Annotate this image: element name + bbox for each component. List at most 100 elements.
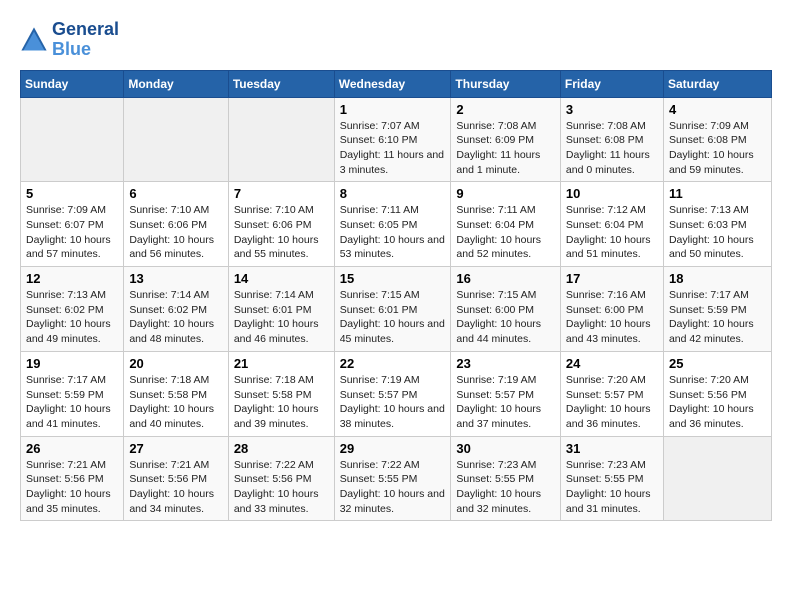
sunrise-text: Sunrise: 7:14 AM: [234, 289, 314, 301]
calendar-cell: 14 Sunrise: 7:14 AM Sunset: 6:01 PM Dayligh…: [228, 267, 334, 352]
daylight-text: Daylight: 10 hours and 36 minutes.: [669, 403, 754, 430]
sunrise-text: Sunrise: 7:10 AM: [129, 204, 209, 216]
daylight-text: Daylight: 11 hours and 1 minute.: [456, 149, 540, 176]
day-number: 24: [566, 356, 658, 371]
daylight-text: Daylight: 10 hours and 39 minutes.: [234, 403, 319, 430]
calendar-cell: 22 Sunrise: 7:19 AMSunset: 5:57 PMDayligh…: [334, 351, 451, 436]
sunrise-text: Sunrise: 7:11 AM: [456, 204, 535, 216]
calendar-cell: 11Sunrise: 7:13 AMSunset: 6:03 PMDayligh…: [663, 182, 771, 267]
sunrise-text: Sunrise: 7:14 AM: [129, 289, 209, 301]
sunset-text: Sunset: 6:00 PM: [456, 304, 534, 316]
day-number: 1: [340, 102, 446, 117]
sunrise-text: Sunrise: 7:12 AM: [566, 204, 646, 216]
sunset-text: Sunset: 5:55 PM: [340, 473, 418, 485]
calendar-cell: 2 Sunrise: 7:08 AM Sunset: 6:09 PM Daylight…: [451, 97, 561, 182]
sunset-text: Sunset: 6:08 PM: [566, 134, 644, 146]
sunrise-text: Sunrise: 7:22 AM: [234, 459, 314, 471]
day-number: 3: [566, 102, 658, 117]
day-number: 17: [566, 271, 658, 286]
day-number: 13: [129, 271, 222, 286]
sunrise-text: Sunrise: 7:16 AM: [566, 289, 646, 301]
calendar-cell: 4Sunrise: 7:09 AMSunset: 6:08 PMDaylight…: [663, 97, 771, 182]
sunrise-text: Sunrise: 7:17 AM: [26, 374, 106, 386]
day-number: 31: [566, 441, 658, 456]
sunrise-text: Sunrise: 7:18 AM: [129, 374, 209, 386]
day-number: 30: [456, 441, 555, 456]
calendar-cell: 23Sunrise: 7:19 AMSunset: 5:57 PMDayligh…: [451, 351, 561, 436]
daylight-text: Daylight: 10 hours and 43 minutes.: [566, 318, 651, 345]
daylight-text: Daylight: 10 hours and 57 minutes.: [26, 234, 111, 261]
day-info: Sunrise: 7:09 AMSunset: 6:07 PMDaylight:…: [26, 203, 118, 262]
day-number: 2: [456, 102, 555, 117]
weekday-header-saturday: Saturday: [663, 70, 771, 97]
sunset-text: Sunset: 6:01 PM: [234, 304, 312, 316]
calendar-table: SundayMondayTuesdayWednesdayThursdayFrid…: [20, 70, 772, 522]
calendar-cell: 27 Sunrise: 7:21 AMSunset: 5:56 PMDayligh…: [124, 436, 228, 521]
sunrise-text: Sunrise: 7:08 AM: [456, 120, 536, 132]
day-number: 23: [456, 356, 555, 371]
day-info: Sunrise: 7:21 AMSunset: 5:56 PMDaylight:…: [129, 458, 222, 517]
weekday-header-friday: Friday: [560, 70, 663, 97]
sunrise-text: Sunrise: 7:13 AM: [26, 289, 106, 301]
calendar-cell: [228, 97, 334, 182]
calendar-cell: 3Sunrise: 7:08 AMSunset: 6:08 PMDaylight…: [560, 97, 663, 182]
day-number: 27: [129, 441, 222, 456]
day-number: 19: [26, 356, 118, 371]
sunset-text: Sunset: 6:04 PM: [566, 219, 644, 231]
day-info: Sunrise: 7:17 AM Sunset: 5:59 PM Daylight:…: [26, 373, 118, 432]
day-number: 5: [26, 186, 118, 201]
calendar-cell: 5 Sunrise: 7:09 AMSunset: 6:07 PMDaylight…: [21, 182, 124, 267]
calendar-cell: [124, 97, 228, 182]
day-info: Sunrise: 7:18 AM Sunset: 5:58 PM Daylight:…: [129, 373, 222, 432]
daylight-text: Daylight: 10 hours and 40 minutes.: [129, 403, 214, 430]
daylight-text: Daylight: 10 hours and 41 minutes.: [26, 403, 111, 430]
sunrise-text: Sunrise: 7:07 AM: [340, 120, 420, 132]
calendar-cell: 26Sunrise: 7:21 AMSunset: 5:56 PMDayligh…: [21, 436, 124, 521]
daylight-text: Daylight: 10 hours and 37 minutes.: [456, 403, 541, 430]
day-info: Sunrise: 7:17 AMSunset: 5:59 PMDaylight:…: [669, 288, 766, 347]
calendar-cell: 20 Sunrise: 7:18 AM Sunset: 5:58 PM Dayligh…: [124, 351, 228, 436]
daylight-text: Daylight: 10 hours and 55 minutes.: [234, 234, 319, 261]
day-info: Sunrise: 7:10 AMSunset: 6:06 PMDaylight:…: [129, 203, 222, 262]
sunrise-text: Sunrise: 7:15 AM: [456, 289, 536, 301]
sunset-text: Sunset: 5:59 PM: [26, 389, 104, 401]
weekday-header-wednesday: Wednesday: [334, 70, 451, 97]
sunset-text: Sunset: 5:55 PM: [456, 473, 534, 485]
sunrise-text: Sunrise: 7:19 AM: [456, 374, 536, 386]
daylight-text: Daylight: 10 hours and 51 minutes.: [566, 234, 651, 261]
day-number: 12: [26, 271, 118, 286]
calendar-cell: 29Sunrise: 7:22 AMSunset: 5:55 PMDayligh…: [334, 436, 451, 521]
day-info: Sunrise: 7:18 AMSunset: 5:58 PMDaylight:…: [234, 373, 329, 432]
page-header: General Blue: [20, 20, 772, 60]
calendar-cell: 9Sunrise: 7:11 AMSunset: 6:04 PMDaylight…: [451, 182, 561, 267]
day-info: Sunrise: 7:20 AMSunset: 5:56 PMDaylight:…: [669, 373, 766, 432]
sunrise-text: Sunrise: 7:20 AM: [566, 374, 646, 386]
calendar-cell: 7Sunrise: 7:10 AMSunset: 6:06 PMDaylight…: [228, 182, 334, 267]
sunrise-text: Sunrise: 7:19 AM: [340, 374, 420, 386]
day-number: 16: [456, 271, 555, 286]
calendar-cell: 21Sunrise: 7:18 AMSunset: 5:58 PMDayligh…: [228, 351, 334, 436]
week-row-4: 19 Sunrise: 7:17 AM Sunset: 5:59 PM Dayligh…: [21, 351, 772, 436]
day-info: Sunrise: 7:08 AM Sunset: 6:09 PM Daylight:…: [456, 119, 555, 178]
sunset-text: Sunset: 5:56 PM: [669, 389, 747, 401]
day-number: 22: [340, 356, 446, 371]
day-number: 28: [234, 441, 329, 456]
daylight-text: Daylight: 10 hours and 53 minutes.: [340, 234, 445, 261]
daylight-text: Daylight: 10 hours and 46 minutes.: [234, 318, 319, 345]
day-info: Sunrise: 7:23 AMSunset: 5:55 PMDaylight:…: [456, 458, 555, 517]
day-number: 10: [566, 186, 658, 201]
sunset-text: Sunset: 5:58 PM: [129, 389, 207, 401]
day-info: Sunrise: 7:09 AMSunset: 6:08 PMDaylight:…: [669, 119, 766, 178]
sunrise-text: Sunrise: 7:17 AM: [669, 289, 749, 301]
day-info: Sunrise: 7:19 AMSunset: 5:57 PMDaylight:…: [340, 373, 446, 432]
sunset-text: Sunset: 6:09 PM: [456, 134, 534, 146]
sunset-text: Sunset: 6:04 PM: [456, 219, 534, 231]
day-info: Sunrise: 7:14 AMSunset: 6:02 PMDaylight:…: [129, 288, 222, 347]
day-info: Sunrise: 7:22 AMSunset: 5:55 PMDaylight:…: [340, 458, 446, 517]
week-row-3: 12Sunrise: 7:13 AMSunset: 6:02 PMDayligh…: [21, 267, 772, 352]
day-number: 20: [129, 356, 222, 371]
sunrise-text: Sunrise: 7:21 AM: [129, 459, 209, 471]
day-number: 14: [234, 271, 329, 286]
sunset-text: Sunset: 6:03 PM: [669, 219, 747, 231]
sunrise-text: Sunrise: 7:09 AM: [669, 120, 749, 132]
